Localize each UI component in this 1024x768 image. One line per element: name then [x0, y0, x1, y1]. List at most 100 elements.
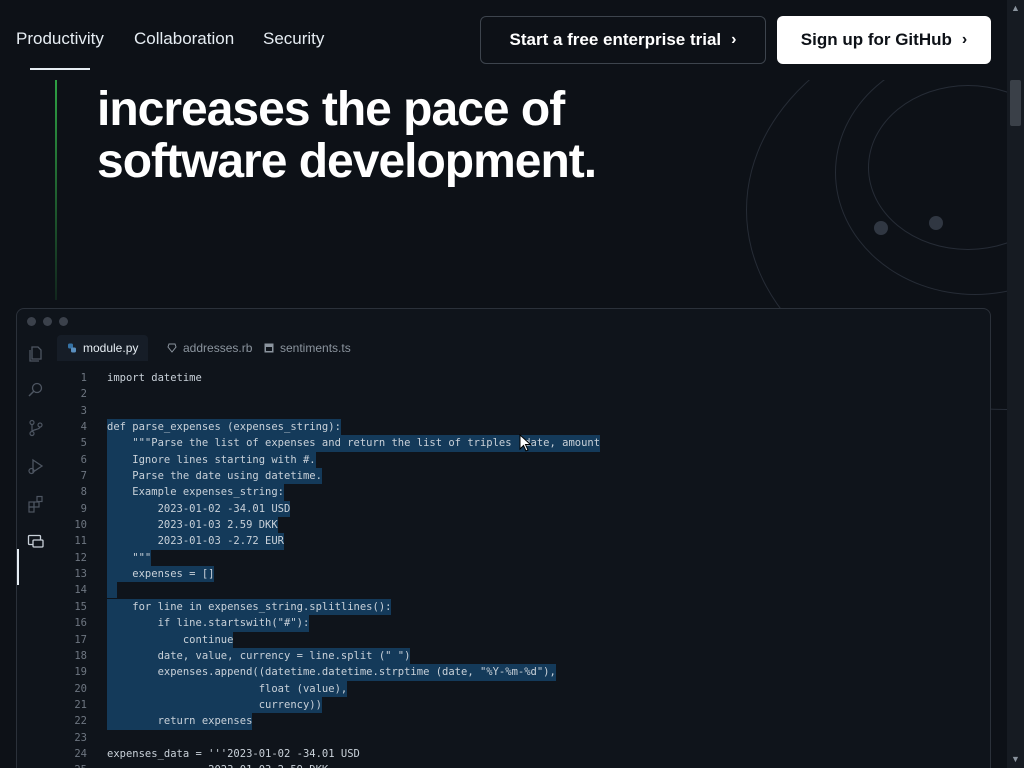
sign-up-button[interactable]: Sign up for GitHub ›: [777, 16, 991, 64]
tab-module-py[interactable]: module.py: [57, 335, 149, 361]
code-line[interactable]: 19 expenses.append((datetime.datetime.st…: [67, 664, 987, 681]
tab-sentiments-ts[interactable]: sentiments.ts: [254, 335, 361, 361]
page-scrollbar[interactable]: ▲ ▼: [1007, 0, 1024, 768]
code-text: import datetime: [107, 372, 202, 384]
code-text: float (value),: [107, 680, 348, 697]
code-text: Parse the date using datetime.: [107, 468, 322, 485]
line-number: 24: [74, 747, 87, 760]
code-line[interactable]: 17 continue: [67, 631, 987, 648]
line-number: 15: [74, 600, 87, 613]
code-editor-window: module.py addresses.rb sentiments.ts 1 im…: [16, 308, 991, 768]
ruby-file-icon: [167, 343, 177, 353]
code-line[interactable]: 8 Example expenses_string:: [67, 484, 987, 501]
tab-addresses-rb[interactable]: addresses.rb: [157, 335, 262, 361]
line-number: 25: [67, 762, 87, 768]
code-line[interactable]: 11 2023-01-03 -2.72 EUR: [67, 533, 987, 550]
code-text: expenses_data = '''2023-01-02 -34.01 USD: [107, 747, 360, 760]
nav-link-collaboration[interactable]: Collaboration: [134, 28, 234, 50]
hero-headline-line: software development.: [97, 135, 597, 188]
line-number: 17: [74, 633, 87, 646]
line-number: 22: [74, 715, 87, 728]
scroll-down-arrow-icon[interactable]: ▼: [1007, 751, 1024, 768]
line-number: 9: [80, 502, 87, 515]
code-line[interactable]: 14: [67, 582, 987, 599]
code-text: if line.startswith("#"):: [107, 615, 310, 632]
extensions-icon[interactable]: [27, 495, 45, 513]
code-line[interactable]: 16 if line.startswith("#"):: [67, 615, 987, 632]
line-number: 12: [74, 551, 87, 564]
code-line[interactable]: 24 expenses_data = '''2023-01-02 -34.01 U…: [67, 746, 987, 762]
code-text: continue: [107, 631, 234, 648]
code-text: expenses = []: [107, 566, 215, 583]
code-text: for line in expenses_string.splitlines()…: [107, 598, 392, 616]
code-line[interactable]: 10 2023-01-03 2.59 DKK: [67, 517, 987, 534]
line-number: 5: [80, 437, 87, 450]
search-icon[interactable]: [27, 381, 45, 399]
tab-label: module.py: [83, 341, 139, 355]
hero-headline: increases the pace of software developme…: [97, 84, 717, 188]
code-text: 2023-01-03 -2.72 EUR: [107, 533, 285, 550]
tab-label: sentiments.ts: [280, 341, 351, 355]
chevron-right-icon: ›: [961, 31, 968, 48]
line-number: 7: [80, 470, 87, 483]
active-view-indicator: [17, 549, 19, 585]
code-text: """: [107, 549, 152, 567]
code-line[interactable]: 20 float (value),: [67, 680, 987, 697]
code-text: Example expenses_string:: [107, 484, 285, 501]
line-number: 4: [80, 421, 87, 434]
line-number: 18: [74, 649, 87, 662]
scroll-up-arrow-icon[interactable]: ▲: [1007, 0, 1024, 17]
line-number: 8: [80, 486, 87, 499]
code-line[interactable]: 12 """: [67, 549, 987, 567]
source-control-icon[interactable]: [27, 419, 45, 437]
line-number: 11: [74, 535, 87, 548]
code-line[interactable]: 3: [67, 403, 987, 419]
accent-line: [55, 80, 57, 300]
code-text: return expenses: [107, 713, 253, 730]
code-line[interactable]: 25 2023-01-03 2.59 DKK: [67, 762, 987, 768]
page: increases the pace of software developme…: [0, 0, 1024, 768]
code-text: date, value, currency = line.split (" "): [107, 647, 411, 665]
sign-up-label: Sign up for GitHub: [800, 30, 952, 49]
code-line[interactable]: 21 currency)): [67, 696, 987, 714]
nav-link-productivity[interactable]: Productivity: [16, 28, 104, 70]
line-number: 19: [74, 666, 87, 679]
code-line[interactable]: 22 return expenses: [67, 713, 987, 730]
typescript-file-icon: [264, 343, 274, 353]
start-enterprise-trial-button[interactable]: Start a free enterprise trial ›: [480, 16, 766, 64]
code-line[interactable]: 15 for line in expenses_string.splitline…: [67, 598, 987, 616]
window-dot: [59, 317, 68, 326]
line-number: 16: [74, 617, 87, 630]
line-number: 6: [80, 453, 87, 466]
code-line[interactable]: 4 def parse_expenses (expenses_string):: [67, 419, 987, 436]
top-navigation: Productivity Collaboration Security Star…: [0, 0, 1007, 80]
chevron-right-icon: ›: [731, 31, 737, 48]
code-text: def parse_expenses (expenses_string):: [107, 419, 341, 436]
line-number: 20: [74, 682, 87, 695]
nav-link-security[interactable]: Security: [263, 28, 324, 50]
code-text: currency)): [107, 696, 322, 714]
code-text: 2023-01-03 2.59 DKK: [107, 517, 278, 534]
start-enterprise-trial-label: Start a free enterprise trial: [509, 30, 722, 49]
line-number: 3: [80, 404, 87, 417]
scrollbar-thumb[interactable]: [1010, 80, 1021, 126]
line-number: 1: [80, 372, 87, 384]
code-line[interactable]: 6 Ignore lines starting with #.: [67, 451, 987, 469]
line-number: 23: [74, 731, 87, 744]
code-line[interactable]: 9 2023-01-02 -34.01 USD: [67, 500, 987, 518]
code-line[interactable]: 2: [67, 386, 987, 402]
chat-icon[interactable]: [27, 533, 45, 551]
line-number: 21: [74, 698, 87, 711]
files-icon[interactable]: [27, 345, 45, 363]
code-line[interactable]: 13 expenses = []: [67, 566, 987, 583]
run-debug-icon[interactable]: [27, 457, 45, 475]
code-line[interactable]: 18 date, value, currency = line.split ("…: [67, 647, 987, 665]
code-content[interactable]: 1 import datetime 2 3 4 def parse_expenses (e…: [67, 370, 987, 768]
code-line[interactable]: 7 Parse the date using datetime.: [67, 468, 987, 485]
hero-headline-line: increases the pace of: [97, 83, 565, 136]
line-number: 10: [74, 519, 87, 532]
python-file-icon: [68, 343, 76, 353]
code-line[interactable]: 23: [67, 730, 987, 746]
code-line[interactable]: 1 import datetime: [67, 370, 987, 386]
line-number: 14: [74, 584, 87, 597]
